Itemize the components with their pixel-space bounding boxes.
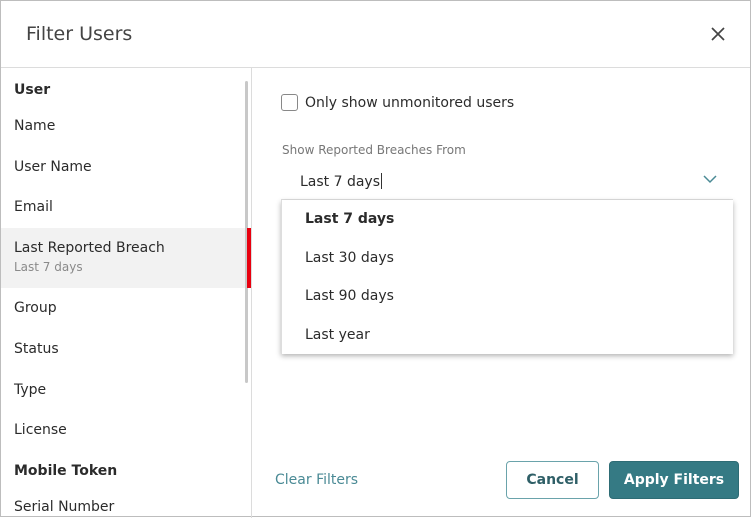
sidebar-item-group[interactable]: Group <box>1 300 245 316</box>
option-last-90-days[interactable]: Last 90 days <box>305 288 394 304</box>
option-last-7-days[interactable]: Last 7 days <box>305 211 394 227</box>
apply-filters-button[interactable]: Apply Filters <box>609 461 739 499</box>
option-last-year[interactable]: Last year <box>305 327 370 343</box>
chevron-down-icon <box>703 175 717 184</box>
sidebar-item-status[interactable]: Status <box>1 341 245 357</box>
sidebar-item-serial-number[interactable]: Serial Number <box>1 499 245 515</box>
clear-filters-link[interactable]: Clear Filters <box>275 472 358 488</box>
unmonitored-checkbox[interactable] <box>281 94 298 111</box>
dialog-title: Filter Users <box>26 23 133 45</box>
select-value-text: Last 7 days <box>300 174 381 190</box>
dialog-header: Filter Users <box>1 1 750 68</box>
sidebar-item-type[interactable]: Type <box>1 382 245 398</box>
section-heading-mobile-token: Mobile Token <box>14 463 118 479</box>
sidebar-item-value: Last 7 days <box>14 260 83 274</box>
close-icon[interactable] <box>707 23 729 45</box>
sidebar-item-license[interactable]: License <box>1 422 245 438</box>
selection-indicator <box>247 228 251 288</box>
section-heading-user: User <box>14 82 51 98</box>
select-value: Last 7 days <box>300 173 383 190</box>
sidebar-item-label: Last Reported Breach <box>14 240 165 256</box>
cancel-button[interactable]: Cancel <box>506 461 599 499</box>
option-last-30-days[interactable]: Last 30 days <box>305 250 394 266</box>
select-label: Show Reported Breaches From <box>282 143 466 157</box>
sidebar-item-email[interactable]: Email <box>1 199 245 215</box>
checkbox-label[interactable]: Only show unmonitored users <box>305 95 514 111</box>
sidebar-item-name[interactable]: Name <box>1 118 245 134</box>
text-cursor <box>381 173 383 189</box>
dropdown-menu: Last 7 days Last 30 days Last 90 days La… <box>281 200 733 354</box>
filter-category-list: User Name User Name Email Last Reported … <box>1 68 252 518</box>
breach-range-select[interactable]: Last 7 days <box>281 162 733 200</box>
sidebar-item-user-name[interactable]: User Name <box>1 159 245 175</box>
sidebar-item-last-reported-breach[interactable]: Last Reported Breach Last 7 days <box>1 228 245 288</box>
filter-users-dialog: Filter Users User Name User Name Email L… <box>0 0 751 518</box>
